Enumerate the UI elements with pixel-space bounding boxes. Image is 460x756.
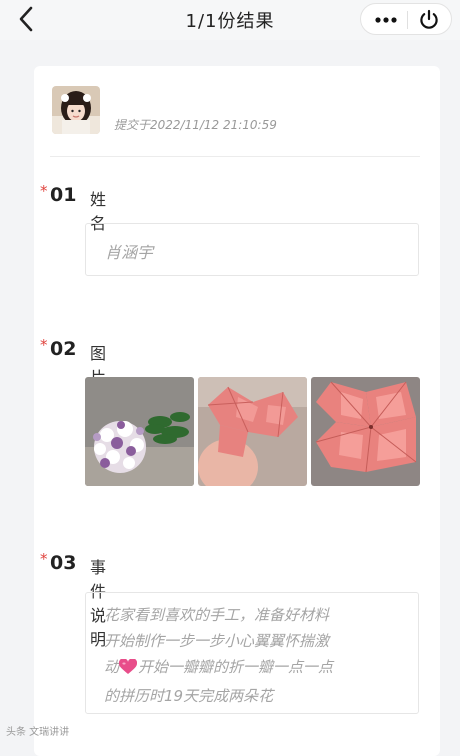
required-star: * xyxy=(40,336,48,354)
required-star: * xyxy=(40,550,48,568)
pink-origami-flower-closeup-photo[interactable] xyxy=(311,377,420,486)
description-line: 动 开始一瓣瓣的折一瓣一点一点 xyxy=(104,654,404,683)
description-line: 开始制作一步一步小心翼翼怀揣激 xyxy=(104,632,330,650)
required-star: * xyxy=(40,182,48,200)
question-number: 03 xyxy=(50,552,77,574)
result-card: 提交于2022/11/12 21:10:59 * 01 姓名 肖涵宇 * 02 … xyxy=(34,66,440,756)
name-answer-box: 肖涵宇 xyxy=(85,223,419,276)
mini-program-capsule xyxy=(360,3,452,35)
more-options-icon[interactable] xyxy=(371,12,401,28)
capsule-divider xyxy=(407,11,408,29)
avatar[interactable] xyxy=(52,86,100,134)
top-nav-bar: 1/1份结果 xyxy=(0,0,460,40)
question-number: 01 xyxy=(50,184,77,206)
description-line: 花家看到喜欢的手工，准备好材料 xyxy=(104,606,330,624)
watermark: 头条 文瑞讲讲 xyxy=(6,727,70,738)
close-power-icon[interactable] xyxy=(418,9,440,31)
submission-time: 提交于2022/11/12 21:10:59 xyxy=(114,118,277,132)
pink-origami-flower-in-hand-photo[interactable] xyxy=(198,377,307,486)
question-number: 02 xyxy=(50,338,77,360)
heart-emoji-icon xyxy=(118,657,138,683)
name-answer: 肖涵宇 xyxy=(105,243,154,262)
divider xyxy=(50,156,420,157)
description-line: 的拼历时19天完成两朵花 xyxy=(104,687,274,705)
description-answer-box: 花家看到喜欢的手工，准备好材料 开始制作一步一步小心翼翼怀揣激 动 开始一瓣瓣的… xyxy=(85,592,419,714)
flower-bouquet-photo[interactable] xyxy=(85,377,194,486)
